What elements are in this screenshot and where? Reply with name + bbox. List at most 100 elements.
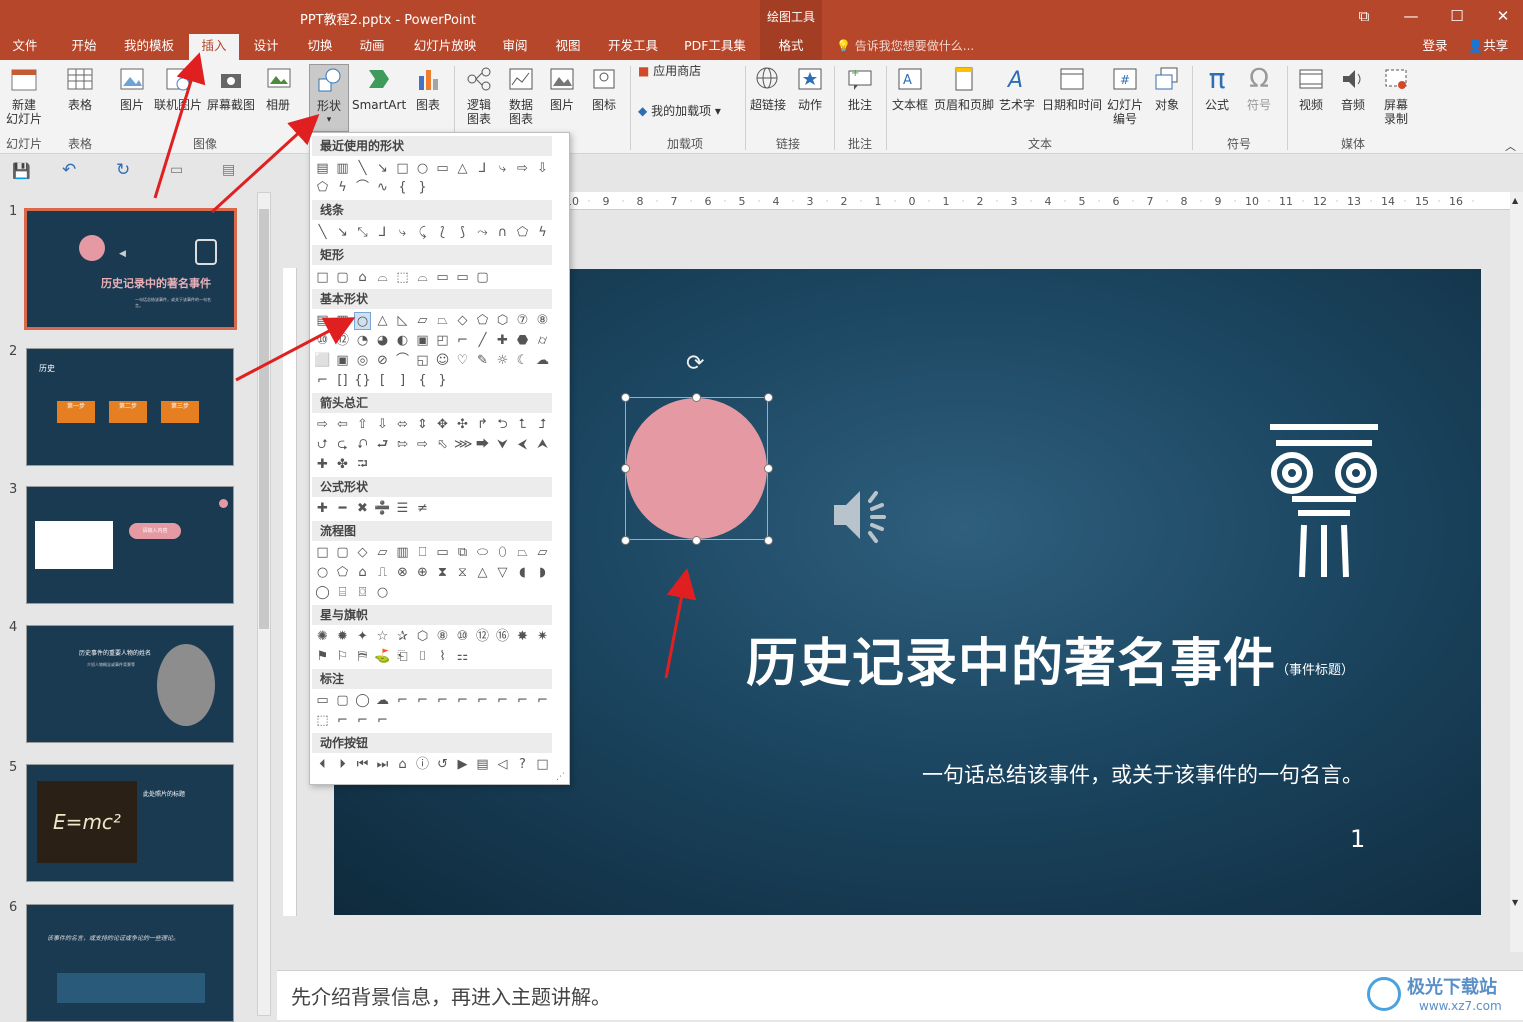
- scroll-down-icon[interactable]: ▼: [1512, 898, 1518, 907]
- shape-row[interactable]: ⌐[]{}[]{}: [314, 372, 451, 390]
- notes-pane[interactable]: 先介绍背景信息，再进入主题讲解。 极光下载站 www.xz7.com: [277, 970, 1523, 1020]
- shape-row[interactable]: ⚑ ⚐ ⛿ ⛳ ⎗ ⌷ ⌇ ⚏: [314, 648, 471, 666]
- app-store-button[interactable]: ■ 应用商店: [638, 64, 718, 78]
- shape-row[interactable]: □ ▢ ⌂ ⌓ ⬚ ⌓ ▭ ▭ ▢: [314, 269, 491, 287]
- resize-handle[interactable]: [621, 464, 630, 473]
- slide-title[interactable]: 历史记录中的著名事件: [746, 621, 1276, 696]
- tab-format[interactable]: 格式: [760, 34, 822, 60]
- logic-chart-button[interactable]: 逻辑 图表: [460, 64, 498, 126]
- tab-view[interactable]: 视图: [550, 34, 586, 60]
- resize-handle[interactable]: [621, 393, 630, 402]
- shape-row[interactable]: ▤ ▥ ○ △ ◺ ▱ ⏢ ◇ ⬠ ⬡ ⑦ ⑧: [314, 312, 551, 330]
- shape-row[interactable]: ⬜ ▣ ◎ ⊘ ⌒ ◱ ☺ ♡ ✎ ☼ ☾ ☁: [314, 352, 551, 370]
- action-button[interactable]: 动作: [792, 64, 828, 112]
- shape-row[interactable]: ◯ ⌸ ⌼ ○: [314, 584, 391, 602]
- screenshot-button[interactable]: 屏幕截图: [206, 64, 256, 112]
- header-footer-button[interactable]: 页眉和页脚: [932, 64, 996, 112]
- chart-button[interactable]: 图表: [410, 64, 446, 112]
- wordart-button[interactable]: A 艺术字: [998, 64, 1036, 112]
- resize-handle[interactable]: [764, 464, 773, 473]
- smartart-button[interactable]: SmartArt: [352, 64, 406, 112]
- shape-row[interactable]: ✺ ✹ ✦ ☆ ✰ ⬡ ⑧ ⑩ ⑫ ⑯ ✸ ✷: [314, 628, 551, 646]
- collapse-ribbon-icon[interactable]: ︿: [1505, 138, 1516, 154]
- equation-button[interactable]: π 公式: [1198, 64, 1236, 113]
- icon-button[interactable]: 图标: [586, 64, 622, 112]
- shape-row[interactable]: ⬠ ϟ ⌒ ∿{}: [314, 179, 431, 197]
- album-button[interactable]: 相册: [258, 64, 298, 112]
- signin-link[interactable]: 登录: [1415, 34, 1455, 60]
- slide-number-button[interactable]: # 幻灯片 编号: [1104, 64, 1146, 126]
- picture2-button[interactable]: 图片: [544, 64, 580, 112]
- scroll-thumb[interactable]: [259, 209, 269, 629]
- thumbnail-slide-6[interactable]: 该事件的名言，或支持的论证或争论的一些理论。: [26, 904, 234, 1022]
- redo-icon[interactable]: ↻: [116, 160, 130, 180]
- tab-home[interactable]: 开始: [66, 34, 102, 60]
- tab-design[interactable]: 设计: [248, 34, 284, 60]
- speaker-icon[interactable]: [830, 485, 894, 548]
- date-time-button[interactable]: 日期和时间: [1040, 64, 1104, 112]
- shape-row[interactable]: ▤ ▥ ╲ ↘ □ ○ ▭ △ ⅃ ⤷ ⇨ ⇩: [314, 160, 551, 178]
- resize-handle[interactable]: [764, 536, 773, 545]
- share-button[interactable]: 👤共享: [1462, 34, 1514, 60]
- tab-file[interactable]: 文件: [8, 34, 42, 60]
- ribbon-display-icon[interactable]: ⧉: [1350, 4, 1378, 28]
- thumbnail-slide-1[interactable]: ◀ 历史记录中的著名事件 一句话总结该事件，或关于该事件的一句名言。: [24, 208, 237, 330]
- tab-review[interactable]: 审阅: [497, 34, 533, 60]
- video-button[interactable]: 视频: [1292, 64, 1330, 112]
- online-picture-button[interactable]: 联机图片: [152, 64, 204, 112]
- resize-handle[interactable]: [692, 393, 701, 402]
- textbox-button[interactable]: A 文本框: [890, 64, 930, 112]
- shape-row[interactable]: ⑩ ⑫ ◔ ◕ ◐ ▣ ◰ ⌐ ╱ ✚ ⬣ ⌭: [314, 332, 551, 350]
- resize-handle[interactable]: [692, 536, 701, 545]
- shape-row[interactable]: ✚ ✤ ⮒: [314, 456, 371, 474]
- audio-button[interactable]: 音频: [1334, 64, 1372, 112]
- data-chart-button[interactable]: 数据 图表: [502, 64, 540, 126]
- hyperlink-button[interactable]: 超链接: [748, 64, 788, 112]
- shape-row[interactable]: ▭ ▢ ◯ ☁ ⌐ ⌐ ⌐ ⌐ ⌐ ⌐ ⌐ ⌐: [314, 692, 551, 710]
- thumbnail-slide-4[interactable]: 历史事件的重要人物的姓名 介绍人物概念或事件背景等: [26, 625, 234, 743]
- screen-record-button[interactable]: 屏幕 录制: [1376, 64, 1416, 126]
- thumbnail-scrollbar[interactable]: [257, 192, 271, 1016]
- tab-insert[interactable]: 插入: [189, 34, 239, 60]
- tab-pdf-tools[interactable]: PDF工具集: [680, 34, 750, 60]
- shape-row[interactable]: ⮍ ⮎ ⮏ ⮐ ⇰ ⇨ ⬁ ⋙ ⮕ ⮟ ⮜ ⮝: [314, 436, 551, 454]
- start-from-beginning-icon[interactable]: ▭: [170, 162, 183, 178]
- shapes-button[interactable]: 形状 ▾: [309, 64, 349, 132]
- save-icon[interactable]: 💾: [12, 162, 31, 180]
- scroll-up-icon[interactable]: ▲: [1512, 196, 1518, 205]
- thumbnail-slide-2[interactable]: 历史 第一步 第二步 第三步: [26, 348, 234, 466]
- maximize-button[interactable]: ☐: [1443, 4, 1471, 28]
- tab-my-templates[interactable]: 我的模板: [118, 34, 180, 60]
- tab-developer[interactable]: 开发工具: [602, 34, 664, 60]
- tab-transitions[interactable]: 切换: [302, 34, 338, 60]
- undo-icon[interactable]: ↶: [62, 160, 76, 180]
- tab-slideshow[interactable]: 幻灯片放映: [408, 34, 482, 60]
- thumbnail-slide-5[interactable]: E=mc² 此处照片的标题: [26, 764, 234, 882]
- notes-text[interactable]: 先介绍背景信息，再进入主题讲解。: [291, 981, 611, 1010]
- shape-row[interactable]: ⏴ ⏵ ⏮ ⏭ ⌂ ⓘ ↺ ▶ ▤ ◁? □: [314, 756, 551, 774]
- tell-me-box[interactable]: 💡 告诉我您想要做什么...: [836, 34, 974, 60]
- resize-handle[interactable]: [764, 393, 773, 402]
- symbol-button[interactable]: Ω 符号: [1240, 64, 1278, 112]
- resize-handle[interactable]: [621, 536, 630, 545]
- picture-button[interactable]: 图片: [112, 64, 152, 112]
- editor-scrollbar[interactable]: ▲ ▼: [1510, 192, 1523, 952]
- rotate-handle-icon[interactable]: ⟳: [686, 351, 704, 376]
- shape-row[interactable]: □ ▢ ◇ ▱ ▥ ⎕ ▭ ⧉ ⬭ ⬯ ⏢ ⏥: [314, 544, 551, 562]
- slide-subtitle[interactable]: 一句话总结该事件，或关于该事件的一句名言。: [922, 759, 1363, 789]
- presentation-icon[interactable]: ▤: [222, 162, 235, 178]
- shape-row[interactable]: ○ ⬠ ⌂ ⎍ ⊗ ⊕ ⧗ ⧖ △ ▽ ◖ ◗: [314, 564, 551, 582]
- shape-row[interactable]: ✚ ━ ✖ ➗ ☰ ≠: [314, 500, 431, 518]
- shape-row[interactable]: ⬚ ⌐ ⌐ ⌐: [314, 712, 391, 730]
- tab-animations[interactable]: 动画: [354, 34, 390, 60]
- my-addins-button[interactable]: ◆ 我的加载项 ▾: [638, 104, 736, 118]
- close-button[interactable]: ✕: [1489, 4, 1517, 28]
- comment-button[interactable]: + 批注: [840, 64, 880, 112]
- object-button[interactable]: 对象: [1150, 64, 1184, 112]
- resize-grip-icon[interactable]: ⋰: [556, 772, 565, 782]
- table-button[interactable]: 表格: [60, 64, 100, 112]
- selected-circle-shape[interactable]: [626, 398, 767, 539]
- minimize-button[interactable]: —: [1397, 4, 1425, 28]
- new-slide-button[interactable]: 新建 幻灯片: [2, 64, 46, 126]
- shape-row[interactable]: ⇨ ⇦ ⇧ ⇩ ⬄ ⇕ ✥ ✣ ↱ ⮌ ⮤ ⮥: [314, 416, 551, 434]
